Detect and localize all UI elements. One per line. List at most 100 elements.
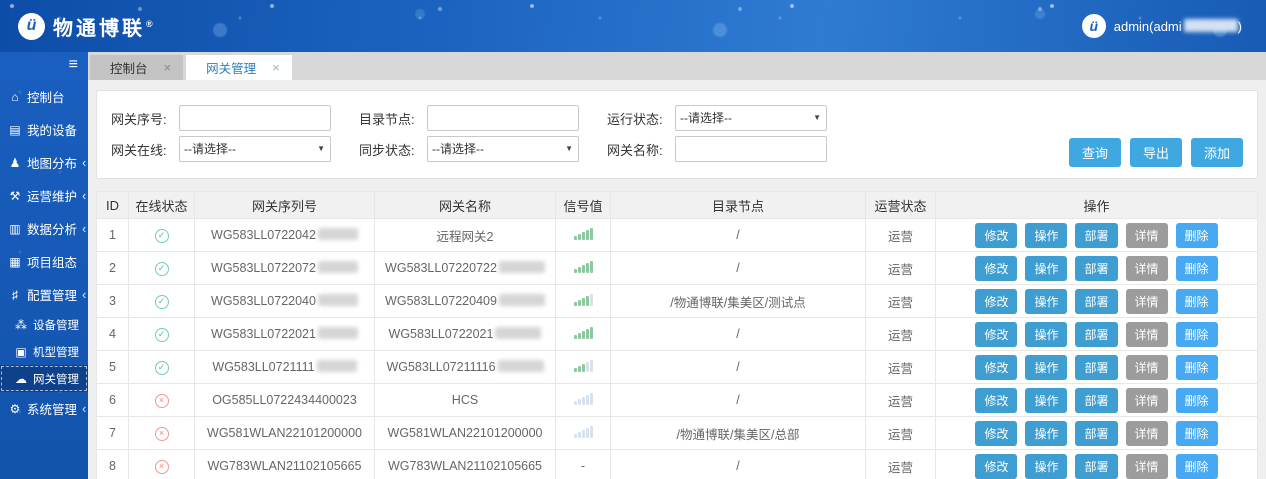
deploy-button[interactable]: 部署 [1075,421,1117,446]
delete-button[interactable]: 删除 [1176,289,1218,314]
delete-button[interactable]: 删除 [1176,223,1218,248]
sidebar-item-console[interactable]: ⌂控制台 [0,80,88,113]
cell-actions: 修改操作部署详情删除 [936,351,1258,384]
gateway-online-select-wrap: --请选择--▼ [179,136,331,162]
cell-id: 3 [97,285,129,318]
sidebar-item-gateway-mgmt[interactable]: ☁网关管理 [0,365,88,392]
operate-button[interactable]: 操作 [1025,388,1067,413]
sidebar-collapse-icon[interactable]: ≡ [0,55,88,80]
filter-action-buttons: 查询导出添加 [1069,138,1243,167]
detail-button[interactable]: 详情 [1126,289,1168,314]
cell-operation-status: 运营 [866,219,936,252]
cell-gateway-name: WG783WLAN21102105665 [375,450,556,479]
user-avatar-icon: ü [1082,14,1106,38]
operate-button[interactable]: 操作 [1025,322,1067,347]
delete-button[interactable]: 删除 [1176,421,1218,446]
deploy-button[interactable]: 部署 [1075,289,1117,314]
modify-button[interactable]: 修改 [975,388,1017,413]
operate-button[interactable]: 操作 [1025,256,1067,281]
deploy-button[interactable]: 部署 [1075,388,1117,413]
filter-row-1: 网关序号:目录节点:运行状态:--请选择--▼ [111,105,1243,131]
run-status-select[interactable]: --请选择-- [675,105,827,131]
modify-button[interactable]: 修改 [975,223,1017,248]
gateway-name-input[interactable] [675,136,827,162]
gateway-online-select[interactable]: --请选择-- [179,136,331,162]
sidebar-item-operations[interactable]: ⚒运营维护‹ [0,179,88,212]
sidebar-item-label: 项目组态 [27,252,77,271]
sidebar-item-label: 我的设备 [27,120,77,139]
sync-status-select[interactable]: --请选择-- [427,136,579,162]
operate-button[interactable]: 操作 [1025,454,1067,479]
cell-directory-node: / [611,450,866,479]
deploy-button[interactable]: 部署 [1075,256,1117,281]
tab-console[interactable]: 控制台× [90,55,183,80]
detail-button[interactable]: 详情 [1126,421,1168,446]
table-body: 1✓WG583LL0722042远程网关2/运营修改操作部署详情删除2✓WG58… [97,219,1258,479]
column-header-2: 网关序列号 [195,192,375,219]
detail-button[interactable]: 详情 [1126,355,1168,380]
signal-bars-icon [574,326,593,339]
sidebar-item-map[interactable]: ♟地图分布‹ [0,146,88,179]
delete-button[interactable]: 删除 [1176,454,1218,479]
cell-serial: WG583LL0722072 [195,252,375,285]
cell-actions: 修改操作部署详情删除 [936,252,1258,285]
modify-button[interactable]: 修改 [975,256,1017,281]
add-button[interactable]: 添加 [1191,138,1243,167]
delete-button[interactable]: 删除 [1176,388,1218,413]
filter-label-sync-status: 同步状态: [359,140,419,159]
cell-directory-node: / [611,252,866,285]
column-header-6: 运营状态 [866,192,936,219]
sidebar-item-config[interactable]: ♯配置管理‹ [0,278,88,311]
table-row: 7×WG581WLAN22101200000WG581WLAN221012000… [97,417,1258,450]
sidebar-item-system[interactable]: ⚙系统管理‹ [0,392,88,425]
name-redacted-block [495,327,541,339]
delete-button[interactable]: 删除 [1176,322,1218,347]
sidebar-item-my-devices[interactable]: ▤我的设备 [0,113,88,146]
cell-serial: WG783WLAN21102105665 [195,450,375,479]
modify-button[interactable]: 修改 [975,421,1017,446]
operate-button[interactable]: 操作 [1025,223,1067,248]
detail-button[interactable]: 详情 [1126,388,1168,413]
modify-button[interactable]: 修改 [975,355,1017,380]
deploy-button[interactable]: 部署 [1075,223,1117,248]
sidebar-item-analytics[interactable]: ▥数据分析‹ [0,212,88,245]
detail-button[interactable]: 详情 [1126,256,1168,281]
detail-button[interactable]: 详情 [1126,454,1168,479]
user-menu[interactable]: ü admin(admi) [1082,14,1242,38]
sidebar-item-project[interactable]: ▦项目组态 [0,245,88,278]
detail-button[interactable]: 详情 [1126,322,1168,347]
operate-button[interactable]: 操作 [1025,421,1067,446]
delete-button[interactable]: 删除 [1176,355,1218,380]
sidebar-item-model-mgmt[interactable]: ▣机型管理 [0,338,88,365]
modify-button[interactable]: 修改 [975,322,1017,347]
operate-button[interactable]: 操作 [1025,289,1067,314]
deploy-button[interactable]: 部署 [1075,355,1117,380]
cell-signal [556,384,611,417]
sync-status-select-wrap: --请选择--▼ [427,136,579,162]
detail-button[interactable]: 详情 [1126,223,1168,248]
modify-button[interactable]: 修改 [975,289,1017,314]
online-check-icon: ✓ [155,262,169,276]
directory-node-input[interactable] [427,105,579,131]
chevron-left-icon: ‹ [82,155,86,170]
delete-button[interactable]: 删除 [1176,256,1218,281]
name-redacted-block [498,360,544,372]
tab-close-icon[interactable]: × [164,60,172,75]
sidebar-item-device-mgmt[interactable]: ⁂设备管理 [0,311,88,338]
tab-close-icon[interactable]: × [272,60,280,75]
offline-cross-icon: × [155,394,169,408]
operate-button[interactable]: 操作 [1025,355,1067,380]
cell-signal [556,285,611,318]
chevron-left-icon: ‹ [82,188,86,203]
deploy-button[interactable]: 部署 [1075,454,1117,479]
query-button[interactable]: 查询 [1069,138,1121,167]
signal-bars-icon [574,425,593,438]
box-icon: ▣ [14,345,28,359]
tab-gateway[interactable]: 网关管理× [186,55,292,80]
deploy-button[interactable]: 部署 [1075,322,1117,347]
table-row: 8×WG783WLAN21102105665WG783WLAN211021056… [97,450,1258,479]
export-button[interactable]: 导出 [1130,138,1182,167]
cell-gateway-name: WG583LL07220409 [375,285,556,318]
modify-button[interactable]: 修改 [975,454,1017,479]
gateway-serial-input[interactable] [179,105,331,131]
